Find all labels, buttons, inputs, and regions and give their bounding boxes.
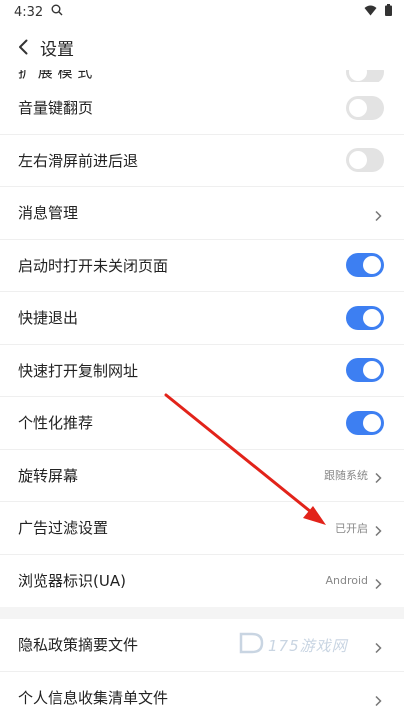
toggle-switch[interactable] [346,411,384,435]
settings-list: 音量键翻页 左右滑屏前进后退 消息管理 启动时打开未关闭页面 快捷退出 快速打开… [0,82,404,724]
settings-row-swipe-navigation[interactable]: 左右滑屏前进后退 [0,135,404,188]
toggle-switch[interactable] [346,148,384,172]
chevron-right-icon [374,692,384,704]
settings-row-volume-key-page-turn[interactable]: 音量键翻页 [0,82,404,135]
settings-row-label: 快捷退出 [18,307,78,328]
settings-row-label: 浏览器标识(UA) [18,570,126,591]
settings-row-label: 隐私政策摘要文件 [18,634,138,655]
settings-row-screen-rotation[interactable]: 旋转屏幕 跟随系统 [0,450,404,503]
settings-row-value: Android [325,574,368,587]
settings-row-personalized-recommendations[interactable]: 个性化推荐 [0,397,404,450]
chevron-right-icon [374,639,384,651]
wifi-icon [364,5,377,20]
status-time: 4:32 [14,5,43,20]
settings-row-label: 消息管理 [18,202,78,223]
battery-icon [385,4,392,20]
section-divider [0,607,404,619]
settings-row-label: 快速打开复制网址 [18,360,138,381]
chevron-right-icon [374,207,384,219]
settings-row-message-management[interactable]: 消息管理 [0,187,404,240]
toggle-switch[interactable] [346,70,384,82]
settings-row-value: 跟随系统 [324,467,368,483]
settings-row-label: 左右滑屏前进后退 [18,150,138,171]
settings-row-ad-filter[interactable]: 广告过滤设置 已开启 [0,502,404,555]
back-arrow-icon[interactable] [14,38,32,56]
settings-row-label: 广告过滤设置 [18,517,108,538]
settings-row-label: 启动时打开未关闭页面 [18,255,168,276]
toggle-switch[interactable] [346,358,384,382]
chevron-right-icon [374,469,384,481]
settings-row-label: 个人信息收集清单文件 [18,687,168,708]
settings-row-quick-exit[interactable]: 快捷退出 [0,292,404,345]
settings-row-label: 扩 展 模 式 [18,70,92,82]
settings-row-partial[interactable]: 扩 展 模 式 [0,70,404,82]
settings-row-value: 已开启 [335,520,368,536]
settings-row-privacy-summary[interactable]: 隐私政策摘要文件 [0,619,404,672]
toggle-switch[interactable] [346,306,384,330]
chevron-right-icon [374,522,384,534]
settings-row-label: 个性化推荐 [18,412,93,433]
settings-row-open-copied-url[interactable]: 快速打开复制网址 [0,345,404,398]
page-header: 设置 [0,24,404,70]
toggle-switch[interactable] [346,96,384,120]
chevron-right-icon [374,575,384,587]
page-title: 设置 [40,35,74,60]
toggle-switch[interactable] [346,253,384,277]
settings-row-restore-pages[interactable]: 启动时打开未关闭页面 [0,240,404,293]
settings-row-label: 音量键翻页 [18,97,93,118]
search-icon [51,4,63,20]
settings-row-user-agent[interactable]: 浏览器标识(UA) Android [0,555,404,608]
settings-row-personal-info-list[interactable]: 个人信息收集清单文件 [0,672,404,724]
status-bar: 4:32 [0,0,404,24]
settings-row-label: 旋转屏幕 [18,465,78,486]
